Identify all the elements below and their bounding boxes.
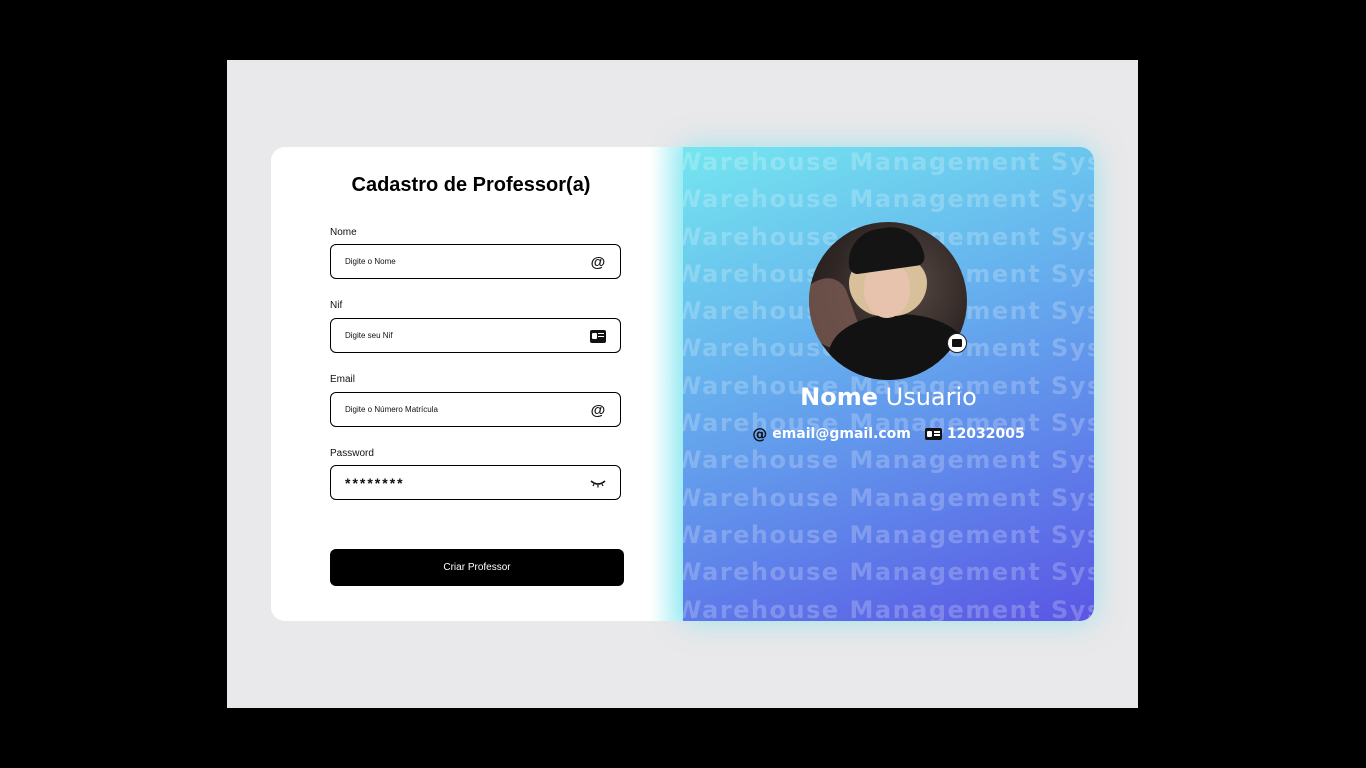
panel-glow (651, 147, 683, 621)
nif-label: Nif (330, 300, 343, 311)
id-card-icon (590, 328, 606, 344)
email-value: email@gmail.com (772, 426, 911, 442)
id-card-icon (924, 428, 942, 440)
password-label: Password (330, 448, 374, 459)
nif-value: 12032005 (946, 426, 1025, 442)
create-professor-button[interactable]: Criar Professor (330, 549, 624, 586)
at-icon: @ (752, 425, 768, 443)
at-icon: @ (590, 253, 606, 271)
at-icon: @ (590, 401, 606, 419)
profile-name: Nome Usuario (683, 383, 1094, 411)
last-name: Usuario (885, 383, 977, 411)
form-panel: Cadastro de Professor(a) Nome @ Nif Emai… (271, 147, 683, 621)
profile-email: @ email@gmail.com (752, 425, 911, 443)
nif-field[interactable] (330, 318, 621, 353)
name-label: Nome (330, 227, 357, 238)
name-field[interactable]: @ (330, 244, 621, 279)
profile-info: @ email@gmail.com 12032005 (683, 425, 1094, 443)
register-card: Cadastro de Professor(a) Nome @ Nif Emai… (271, 147, 1094, 621)
email-input[interactable] (345, 393, 575, 426)
form-title: Cadastro de Professor(a) (351, 174, 591, 196)
password-field[interactable] (330, 465, 621, 500)
email-field[interactable]: @ (330, 392, 621, 427)
nif-input[interactable] (345, 319, 575, 352)
name-input[interactable] (345, 245, 575, 278)
avatar (809, 222, 967, 380)
profile-panel: Warehouse Management System Warehouse Ma… (683, 147, 1094, 621)
app-canvas: Cadastro de Professor(a) Nome @ Nif Emai… (227, 60, 1138, 708)
change-photo-icon[interactable] (947, 333, 967, 353)
profile-nif: 12032005 (924, 426, 1025, 442)
password-input[interactable] (345, 466, 575, 499)
email-label: Email (330, 374, 356, 385)
first-name: Nome (800, 383, 878, 411)
eye-closed-icon[interactable] (590, 475, 606, 491)
